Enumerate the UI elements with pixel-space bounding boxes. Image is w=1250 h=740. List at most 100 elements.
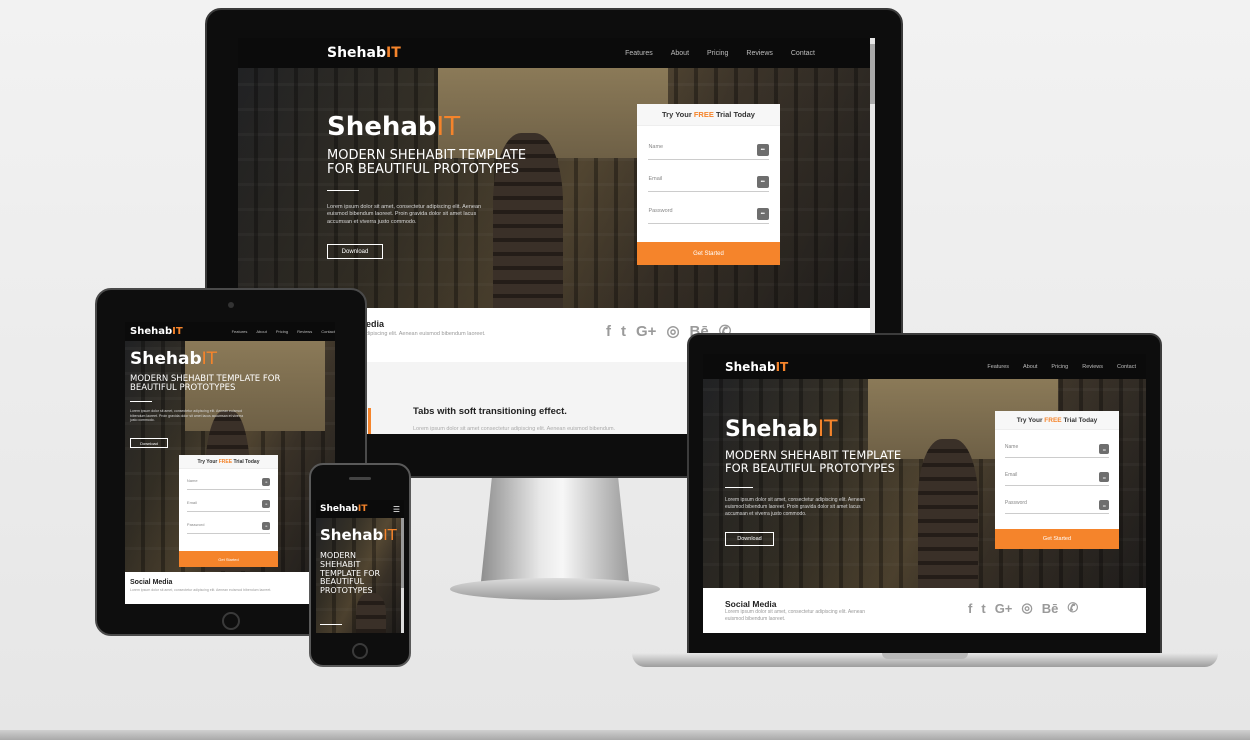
- tablet-nav-reviews[interactable]: Reviews: [297, 329, 312, 334]
- laptop-password-field[interactable]: Password •••: [1004, 500, 1110, 514]
- form-title: Try Your FREE Trial Today: [637, 104, 780, 126]
- facebook-icon[interactable]: f: [606, 323, 611, 340]
- phone-site-logo[interactable]: ShehabIT: [320, 504, 367, 514]
- tablet-nav-menu: Features About Pricing Reviews Contact: [232, 329, 335, 334]
- tablet-hero-divider: [130, 401, 152, 402]
- laptop-nav-reviews[interactable]: Reviews: [1082, 364, 1103, 370]
- tablet-camera: [228, 302, 234, 308]
- name-field-icon: •••: [756, 144, 769, 156]
- hero-text: Lorem ipsum dolor sit amet, consectetur …: [327, 204, 482, 225]
- laptop-hero-divider: [725, 487, 753, 488]
- tablet-name-field[interactable]: Name •••: [186, 478, 271, 490]
- hero-divider: [327, 190, 359, 191]
- laptop-hero: ShehabIT MODERN SHEHABIT TEMPLATE FOR BE…: [703, 379, 1146, 588]
- password-field-icon: •••: [756, 208, 769, 220]
- tablet-screen: ShehabIT Features About Pricing Reviews …: [125, 322, 335, 604]
- laptop-site-logo[interactable]: ShehabIT: [725, 360, 788, 374]
- phone-scrollbar-thumb[interactable]: [401, 518, 404, 588]
- phone-hero-title: ShehabIT: [320, 526, 397, 544]
- laptop-nav-menu: Features About Pricing Reviews Contact: [987, 364, 1136, 370]
- download-button[interactable]: Download: [327, 244, 383, 259]
- laptop-password-field-icon: •••: [1099, 500, 1110, 510]
- laptop-email-field-icon: •••: [1099, 472, 1110, 482]
- tablet-home-button[interactable]: [222, 612, 240, 630]
- laptop-facebook-icon[interactable]: f: [968, 601, 972, 616]
- tablet-form-title: Try Your FREE Trial Today: [179, 455, 278, 469]
- laptop-nav-contact[interactable]: Contact: [1117, 364, 1136, 370]
- phone-hero-divider: [320, 624, 342, 625]
- laptop-nav-features[interactable]: Features: [987, 364, 1009, 370]
- laptop-hero-tower: [918, 439, 978, 588]
- twitter-icon[interactable]: t: [621, 323, 626, 340]
- laptop-twitter-icon[interactable]: t: [981, 601, 985, 616]
- nav-link-features[interactable]: Features: [625, 50, 653, 57]
- laptop-hero-title: ShehabIT: [725, 417, 838, 442]
- tablet-hero-title: ShehabIT: [130, 349, 218, 369]
- phone-screen: ShehabIT ☰ ShehabIT MODERN SHEHABIT TEMP…: [316, 500, 404, 633]
- trial-form: Try Your FREE Trial Today Name ••• Email •…: [637, 104, 780, 265]
- tablet-get-started-button[interactable]: Get Started: [179, 551, 278, 567]
- laptop-download-button[interactable]: Download: [725, 532, 774, 546]
- laptop-hero-text: Lorem ipsum dolor sit amet, consectetur …: [725, 497, 866, 517]
- tablet-nav-contact[interactable]: Contact: [321, 329, 335, 334]
- nav-link-contact[interactable]: Contact: [791, 50, 815, 57]
- laptop-google-plus-icon[interactable]: G+: [995, 601, 1013, 616]
- desktop-scrollbar-thumb[interactable]: [870, 44, 875, 104]
- phone-hero-tower: [356, 593, 386, 633]
- laptop-nav-about[interactable]: About: [1023, 364, 1037, 370]
- tablet-nav-pricing[interactable]: Pricing: [276, 329, 288, 334]
- phone-home-button[interactable]: [352, 643, 368, 659]
- laptop-social-title: Social Media: [725, 599, 777, 609]
- tab-indicator: [368, 408, 371, 434]
- tablet-social-text: Lorem ipsum dolor sit amet, consectetur …: [130, 588, 272, 592]
- tabs-text: Lorem ipsum dolor sit amet consectetur a…: [413, 426, 616, 432]
- site-nav: ShehabIT Features About Pricing Reviews …: [238, 38, 875, 68]
- site-logo[interactable]: ShehabIT: [327, 45, 401, 61]
- tablet-hero-text: Lorem ipsum dolor sit amet, consectetur …: [130, 409, 244, 423]
- social-title: edia: [366, 319, 385, 329]
- laptop-whatsapp-icon[interactable]: ✆: [1067, 600, 1078, 616]
- tablet-social-title: Social Media: [130, 579, 173, 586]
- laptop-site-nav: ShehabIT Features About Pricing Reviews …: [703, 354, 1146, 379]
- tablet-name-field-icon: •••: [262, 478, 271, 486]
- tablet-nav-features[interactable]: Features: [232, 329, 248, 334]
- phone-scrollbar[interactable]: [401, 518, 404, 633]
- laptop-email-field[interactable]: Email •••: [1004, 472, 1110, 486]
- tablet-site-logo[interactable]: ShehabIT: [130, 326, 183, 337]
- tablet-password-field[interactable]: Password •••: [186, 522, 271, 534]
- laptop-hero-subtitle: MODERN SHEHABIT TEMPLATE FOR BEAUTIFUL P…: [725, 448, 902, 475]
- tablet-site-nav: ShehabIT Features About Pricing Reviews …: [125, 322, 335, 341]
- nav-link-about[interactable]: About: [671, 50, 689, 57]
- phone-hero-subtitle: MODERN SHEHABIT TEMPLATE FOR BEAUTIFUL P…: [320, 551, 381, 596]
- name-field[interactable]: Name •••: [648, 144, 769, 160]
- laptop-trial-form: Try Your FREE Trial Today Name ••• Email •…: [995, 411, 1119, 549]
- tablet-email-field-icon: •••: [262, 500, 271, 508]
- tablet-nav-about[interactable]: About: [256, 329, 266, 334]
- laptop-form-title: Try Your FREE Trial Today: [995, 411, 1119, 430]
- laptop-behance-icon[interactable]: Bē: [1042, 601, 1059, 616]
- tabs-heading: Tabs with soft transitioning effect.: [413, 406, 567, 417]
- phone-hero: ShehabIT MODERN SHEHABIT TEMPLATE FOR BE…: [316, 518, 404, 633]
- monitor-stand-neck: [480, 476, 630, 591]
- menu-icon[interactable]: ☰: [393, 505, 400, 514]
- laptop-instagram-icon[interactable]: ◎: [1021, 600, 1032, 616]
- hero-background-sky: [438, 68, 668, 158]
- laptop-get-started-button[interactable]: Get Started: [995, 529, 1119, 549]
- laptop-social-section: Social Media Lorem ipsum dolor sit amet,…: [703, 588, 1146, 633]
- laptop-nav-pricing[interactable]: Pricing: [1051, 364, 1068, 370]
- tablet-hero-subtitle: MODERN SHEHABIT TEMPLATE FOR BEAUTIFUL P…: [130, 374, 281, 394]
- get-started-button[interactable]: Get Started: [637, 242, 780, 265]
- laptop-name-field[interactable]: Name •••: [1004, 444, 1110, 458]
- password-field[interactable]: Password •••: [648, 208, 769, 224]
- laptop-social-icons: f t G+ ◎ Bē ✆: [968, 600, 1078, 616]
- nav-link-reviews[interactable]: Reviews: [746, 50, 772, 57]
- nav-link-pricing[interactable]: Pricing: [707, 50, 728, 57]
- social-text: dipiscing elit. Aenean euismod bibendum …: [366, 331, 486, 337]
- tablet-email-field[interactable]: Email •••: [186, 500, 271, 512]
- floor-shadow: [0, 730, 1250, 740]
- email-field[interactable]: Email •••: [648, 176, 769, 192]
- nav-menu: Features About Pricing Reviews Contact: [625, 50, 815, 57]
- hero-section: ShehabIT MODERN SHEHABIT TEMPLATE FOR BE…: [238, 68, 875, 308]
- laptop-screen: ShehabIT Features About Pricing Reviews …: [703, 354, 1146, 633]
- tablet-download-button[interactable]: Download: [130, 438, 168, 448]
